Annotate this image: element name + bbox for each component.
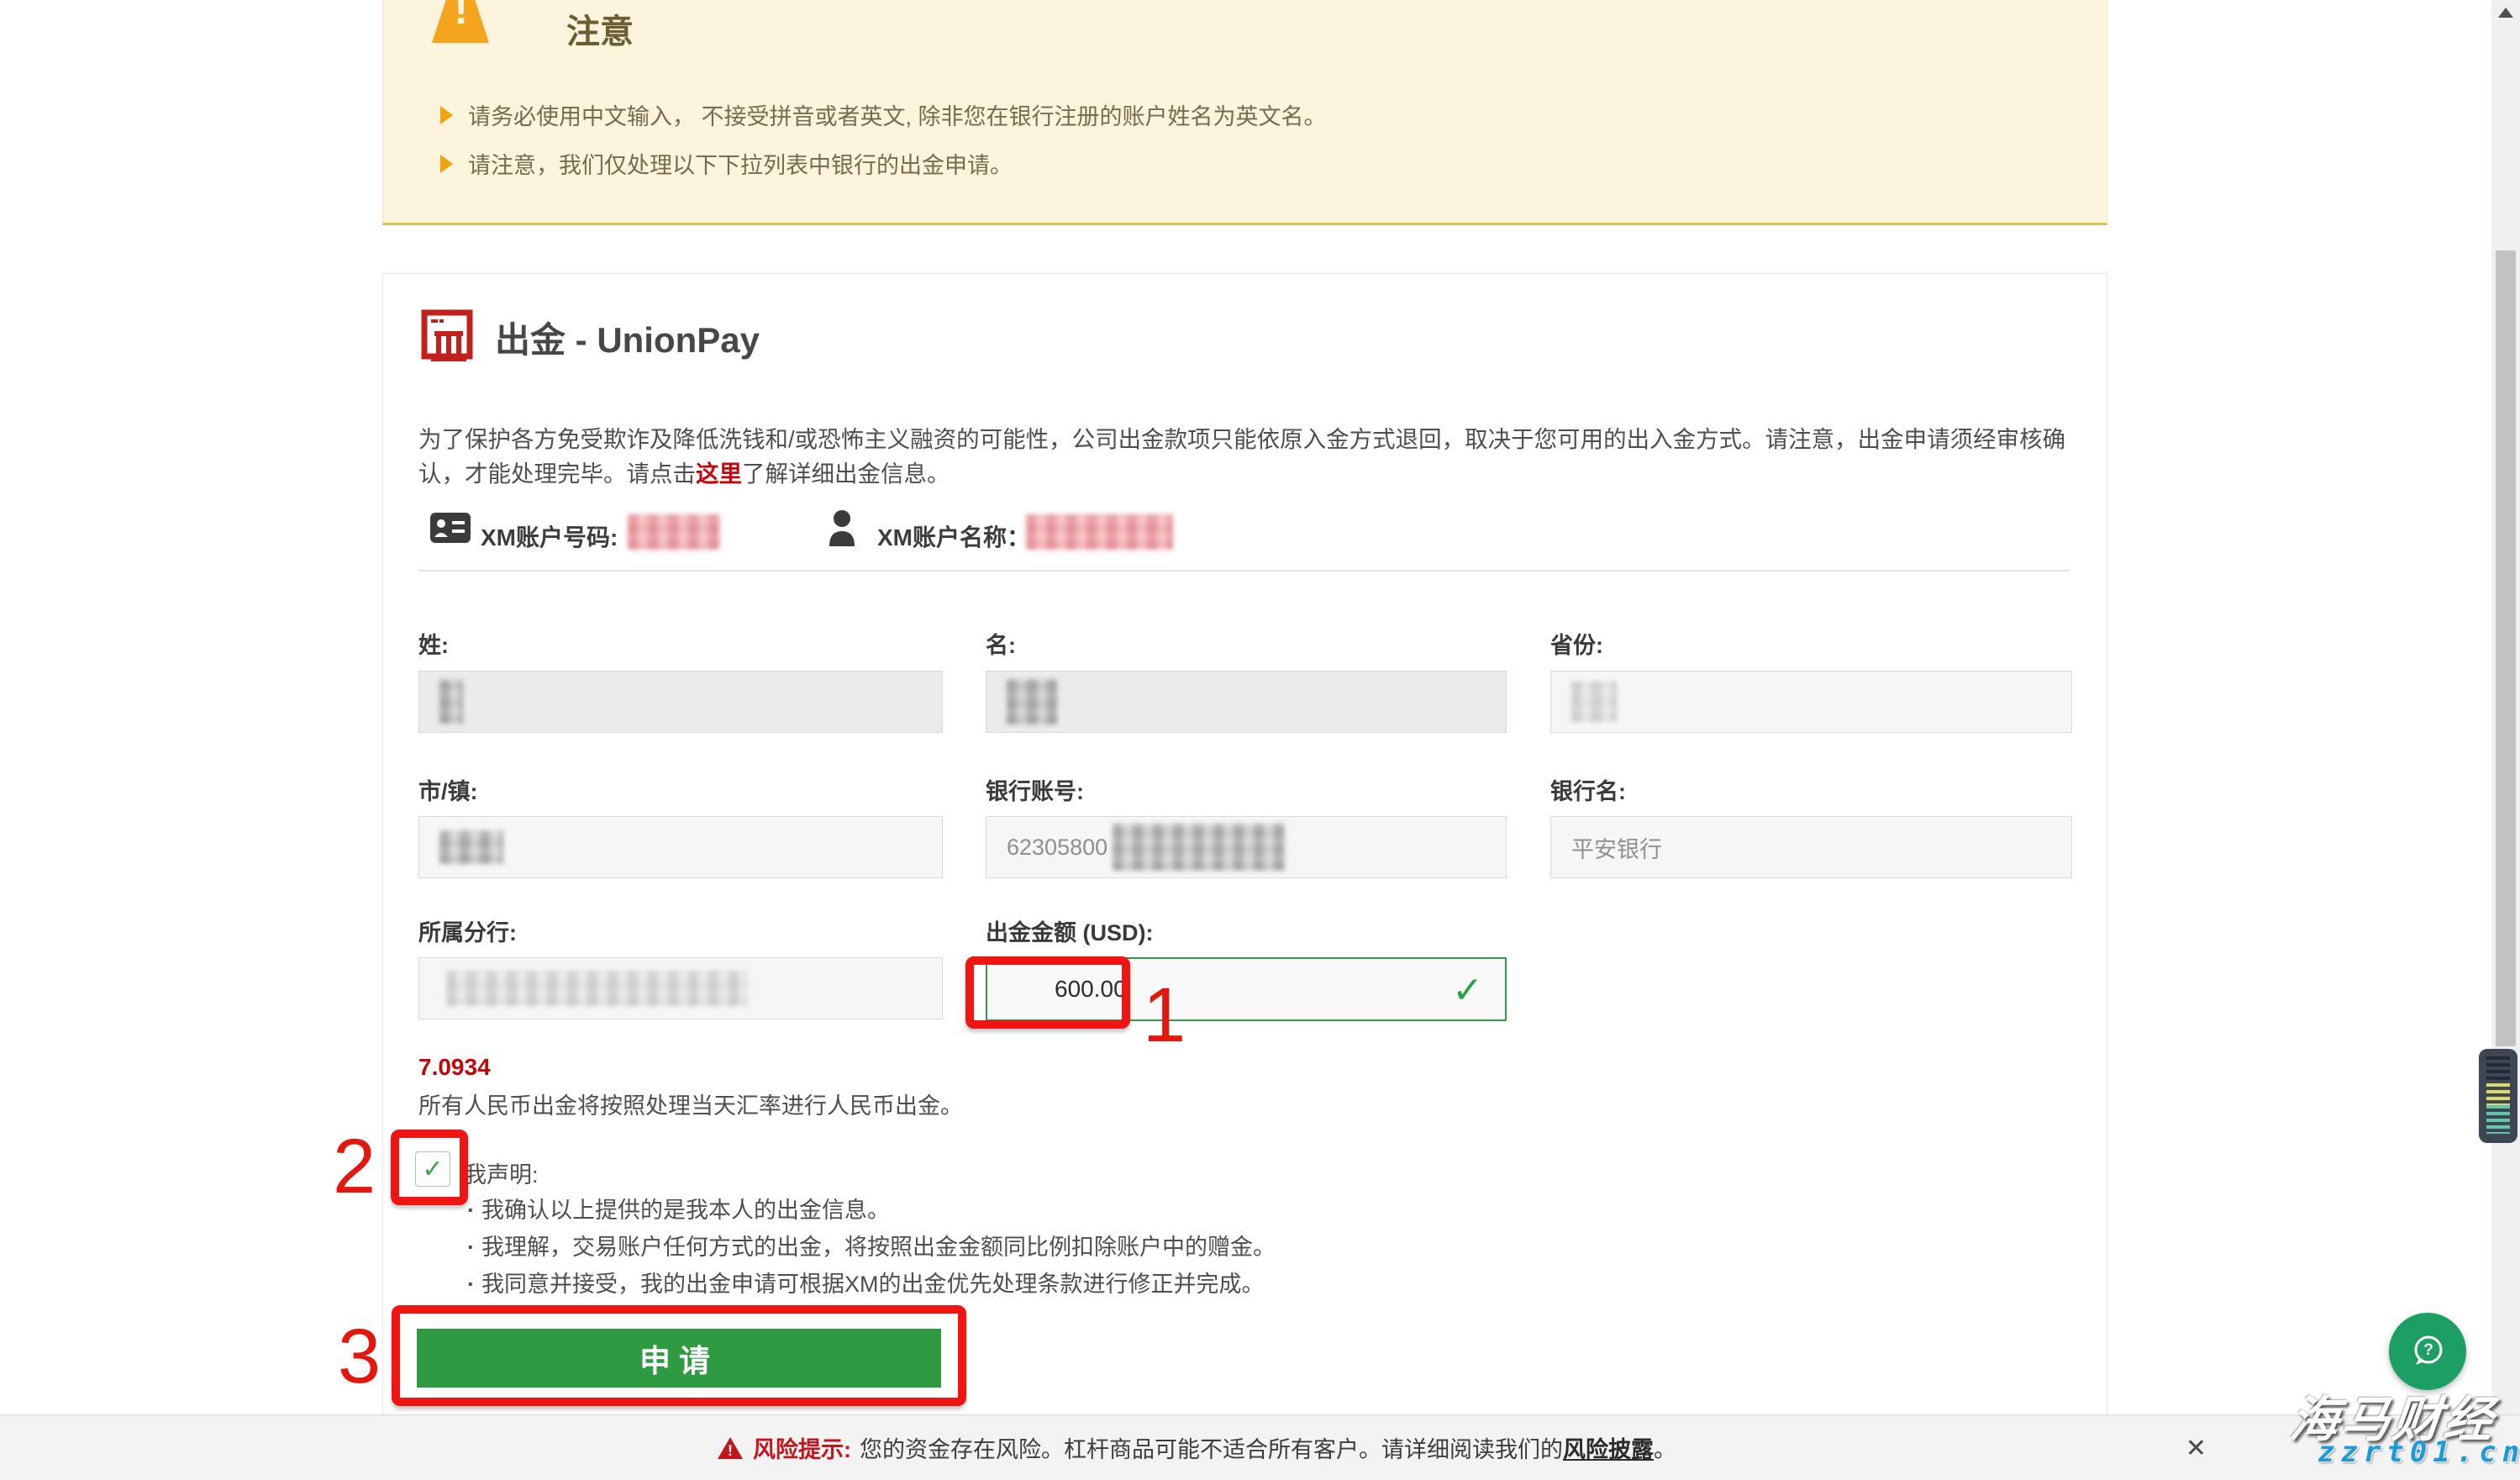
arrow-bullet-icon [440,106,453,124]
declaration-item: 我确认以上提供的是我本人的出金信息。 [467,1192,890,1225]
declaration-checkbox[interactable]: ✓ [415,1151,450,1187]
first-name-label: 名: [986,627,1507,660]
risk-warning-bar: ! 风险提示: 您的资金存在风险。杠杆商品可能不适合所有客户。请详细阅读我们的 … [0,1414,2520,1480]
details-link[interactable]: 这里 [696,461,742,487]
amount-field[interactable]: 600.00 ✓ [986,957,1507,1021]
account-name-label: XM账户名称： [877,519,1030,553]
intro-text: 为了保护各方免受欺诈及降低洗钱和/或恐怖主义融资的可能性，公司出金款项只能依原入… [418,426,2065,487]
warning-item-text: 请注意，我们仅处理以下下拉列表中银行的出金申请。 [468,147,1013,180]
account-number-label: XM账户号码: [481,519,618,553]
stripes-teal [2486,1105,2510,1134]
redacted-value [1007,679,1057,724]
card-header: 出金 - UnionPay [421,309,760,365]
risk-warning-icon: ! [718,1437,743,1459]
account-number-redacted [628,514,720,550]
watermark-url: zzrt01.cn [2317,1435,2520,1469]
withdrawal-card: 出金 - UnionPay 为了保护各方免受欺诈及降低洗钱和/或恐怖主义融资的可… [382,273,2107,1418]
warning-item: 请注意，我们仅处理以下下拉列表中银行的出金申请。 [440,147,1013,180]
redacted-value [1113,824,1285,871]
risk-disclosure-link[interactable]: 风险披露 [1563,1431,1654,1464]
help-bubble-icon: ? [2406,1330,2449,1373]
annotation-number-3: 3 [338,1318,381,1395]
risk-prefix: 风险提示: [753,1431,851,1464]
redacted-value [446,971,749,1006]
branch-label: 所属分行: [418,914,943,947]
city-field[interactable] [418,816,943,878]
province-field[interactable] [1550,671,2072,733]
intro-text: 了解详细出金信息。 [742,461,950,487]
close-icon[interactable]: ✕ [2186,1434,2207,1463]
first-name-field[interactable] [986,671,1507,733]
person-icon [827,509,857,550]
amount-label: 出金金额 (USD): [986,914,1507,947]
redacted-value [1571,682,1617,722]
account-name-redacted [1026,514,1173,550]
exchange-rate-note: 所有人民币出金将按照处理当天汇率进行人民币出金。 [418,1088,963,1120]
bank-account-field[interactable]: 62305800 [986,816,1507,878]
scrollbar-up-arrow-icon[interactable] [2498,8,2513,18]
bank-account-label: 银行账号: [986,773,1507,806]
risk-suffix: 。 [1654,1431,1676,1464]
color-stripes-widget[interactable] [2479,1049,2517,1143]
check-icon: ✓ [1452,969,1483,1012]
bank-name-value: 平安银行 [1571,831,1662,864]
exclamation-glyph: ! [727,1442,734,1459]
page-title: 出金 - UnionPay [495,312,760,363]
risk-text: 您的资金存在风险。杠杆商品可能不适合所有客户。请详细阅读我们的 [860,1431,1563,1464]
intro-paragraph: 为了保护各方免受欺诈及降低洗钱和/或恐怖主义融资的可能性，公司出金款项只能依原入… [418,422,2095,491]
help-button[interactable]: ? [2389,1313,2466,1390]
arrow-bullet-icon [440,155,453,173]
id-card-icon [430,513,471,543]
exchange-rate: 7.0934 [418,1054,491,1081]
exclamation-glyph: ! [454,0,467,31]
last-name-field[interactable] [418,671,943,733]
stripes-dark [2486,1056,2510,1083]
bank-account-value: 62305800 [1007,835,1107,861]
warning-triangle-icon: ! [432,0,489,43]
warning-notice: ! 注意 请务必使用中文输入， 不接受拼音或者英文, 除非您在银行注册的账户姓名… [382,0,2107,225]
question-mark-glyph: ? [2423,1341,2433,1359]
xm-account-row: XM账户号码: XM账户名称： [383,508,2107,558]
bank-icon [421,309,476,365]
redacted-value [439,680,463,724]
amount-value: 600.00 [1055,976,1127,1003]
declaration-label: 我声明: [464,1156,539,1189]
bank-name-field[interactable]: 平安银行 [1550,816,2072,878]
declaration-item: 我同意并接受，我的出金申请可根据XM的出金优先处理条款进行修正并完成。 [467,1266,1265,1298]
stripes-yellow [2486,1083,2510,1105]
warning-item: 请务必使用中文输入， 不接受拼音或者英文, 除非您在银行注册的账户姓名为英文名。 [440,98,1327,131]
branch-field[interactable] [418,957,943,1019]
warning-item-text: 请务必使用中文输入， 不接受拼音或者英文, 除非您在银行注册的账户姓名为英文名。 [468,98,1327,131]
province-label: 省份: [1550,627,2072,660]
divider [418,570,2070,571]
annotation-number-2: 2 [333,1128,376,1205]
check-icon: ✓ [422,1155,443,1184]
declaration-item: 我理解，交易账户任何方式的出金，将按照出金金额同比例扣除账户中的赠金。 [467,1229,1276,1261]
apply-button[interactable]: 申请 [417,1329,941,1388]
last-name-label: 姓: [418,627,943,660]
scrollbar-thumb[interactable] [2496,250,2516,1046]
warning-title: 注意 [566,4,634,53]
annotation-number-1: 1 [1143,977,1186,1054]
redacted-value [439,830,503,864]
bank-name-label: 银行名: [1550,773,2072,806]
city-label: 市/镇: [418,773,943,806]
